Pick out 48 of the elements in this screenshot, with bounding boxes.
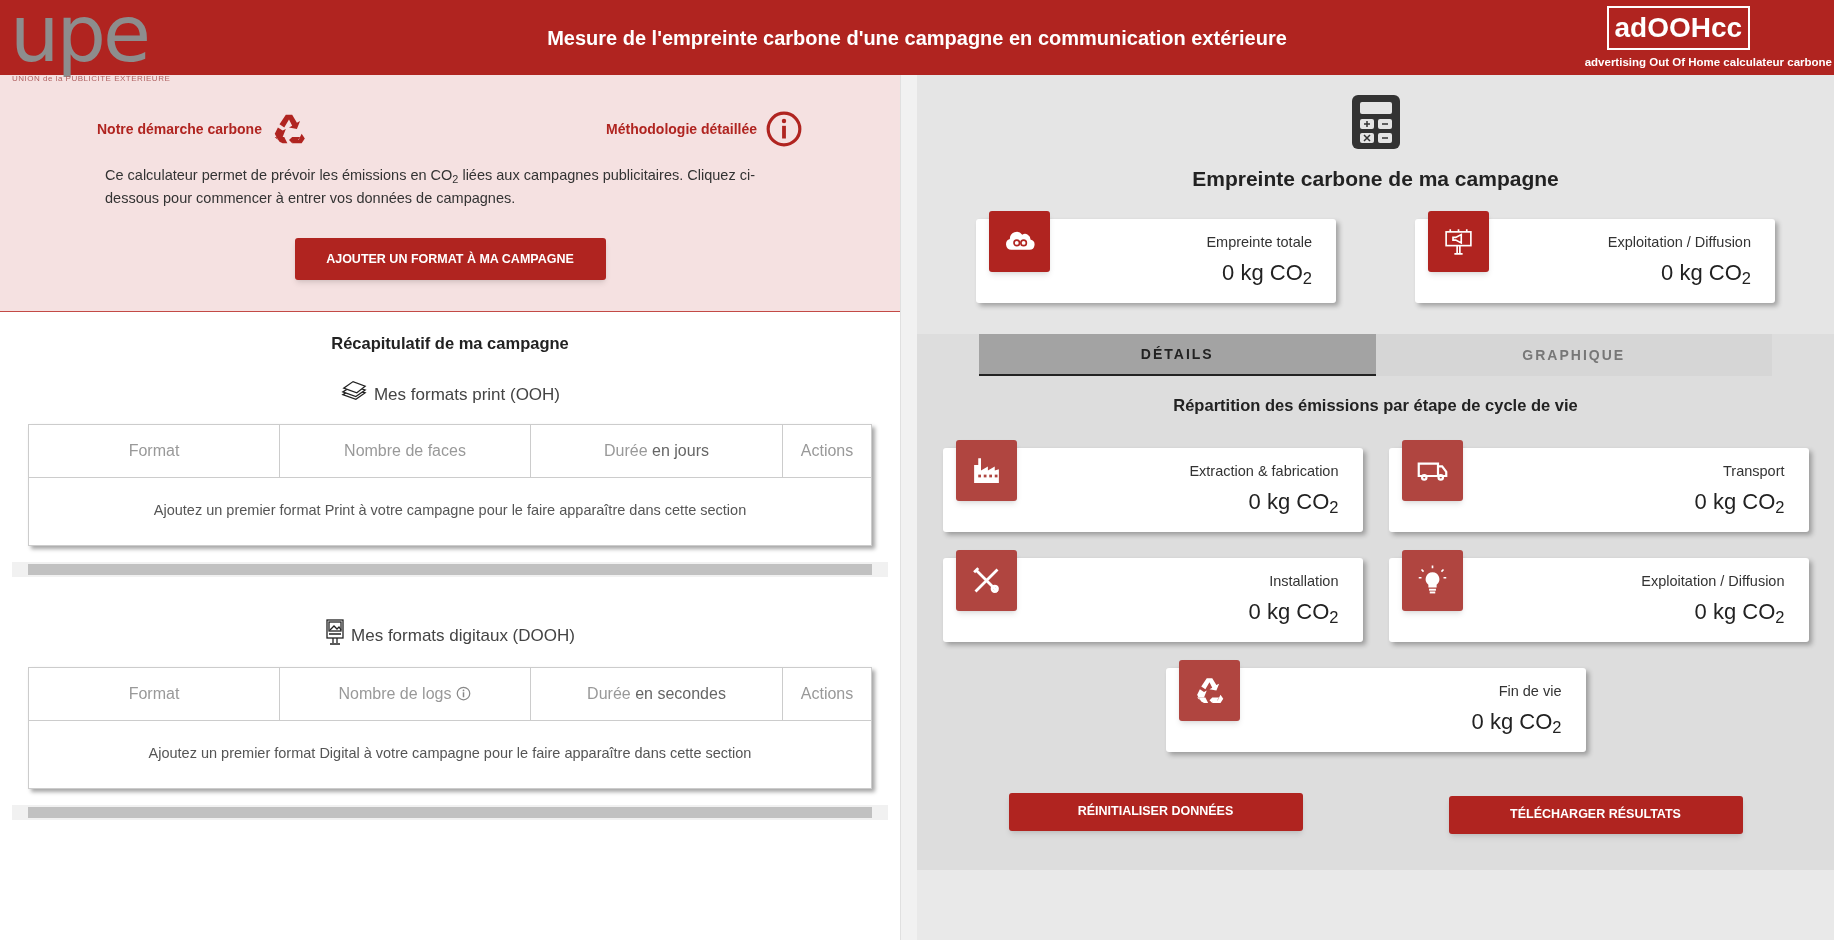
card-label: Exploitation / Diffusion (1607, 233, 1751, 253)
column-header: Format (29, 424, 280, 477)
card-value: 0 kg CO$_{2}$ (1694, 488, 1785, 519)
horizontal-scrollbar[interactable] (12, 804, 888, 820)
card-label: Empreinte totale (1206, 233, 1312, 253)
reset-button[interactable]: RÉINITIALISER DONNÉES (1008, 792, 1303, 831)
section-title: Mes formats digitaux (DOOH) (351, 625, 575, 647)
digital-screen-icon (325, 616, 346, 647)
column-header: Actions (799, 683, 855, 704)
card-value: 0 kg CO$_{2}$ (1248, 598, 1339, 629)
breakdown-title: Répartition des émissions par étape de cycle de vie (1173, 395, 1578, 416)
card-label: Transport (1723, 462, 1785, 482)
results-title: Empreinte carbone de ma campagne (1192, 166, 1559, 192)
add-format-button[interactable]: AJOUTER UN FORMAT À MA CAMPAGNE (294, 238, 606, 280)
scrollbar-thumb[interactable] (28, 563, 872, 575)
scrollbar[interactable] (900, 75, 917, 940)
column-header: Durée en jours (531, 424, 783, 477)
column-header: Format (29, 667, 280, 720)
card-label: Installation (1269, 572, 1339, 592)
page-title: Mesure de l'empreinte carbone d'une campagne en communication extérieure (547, 25, 1287, 51)
empty-message: Ajoutez un premier format Print à votre campagne pour le faire apparaître dans cette section (152, 501, 748, 521)
brand-subtitle: advertising Out Of Home calculateur carbone (1584, 55, 1832, 70)
horizontal-scrollbar[interactable] (12, 561, 888, 577)
calculator-icon (1351, 95, 1400, 149)
card-label: Extraction & fabrication (1189, 462, 1339, 482)
column-header: Actions (799, 440, 855, 461)
card-value: 0 kg CO$_{2}$ (1661, 258, 1751, 289)
card-value: 0 kg CO$_{2}$ (1694, 598, 1785, 629)
intro-link[interactable]: Méthodologie détaillée (606, 110, 803, 148)
card-value: 0 kg CO$_{2}$ (1222, 258, 1312, 289)
section-title: Mes formats print (OOH) (373, 384, 561, 406)
column-header: Nombre de logs (338, 683, 452, 704)
download-button[interactable]: TÉLÉCHARGER RÉSULTATS (1448, 795, 1743, 834)
scrollbar-thumb[interactable] (28, 806, 872, 818)
intro-link[interactable]: Notre démarche carbone (97, 110, 308, 148)
column-header: Durée en secondes (531, 667, 783, 720)
card-value: 0 kg CO$_{2}$ (1471, 708, 1562, 739)
intro-description: Ce calculateur permet de prévoir les émissions en CO$_{2}$ liées aux campagnes publicitaires. Cliquez ci-dessous pour commencer à entrer vos données de campagnes. (105, 166, 756, 208)
column-header: Nombre de faces (280, 424, 531, 477)
card-label: Fin de vie (1498, 682, 1562, 702)
info-icon[interactable] (456, 686, 472, 702)
tab[interactable]: DÉTAILS (979, 334, 1376, 376)
info-icon (765, 110, 803, 148)
summary-title: Récapitulatif de ma campagne (330, 333, 570, 354)
empty-message: Ajoutez un premier format Digital à votre campagne pour le faire apparaître dans cette section (147, 744, 753, 764)
card-label: Exploitation / Diffusion (1641, 572, 1785, 592)
brand-logo: adOOHcc (1606, 6, 1751, 50)
card-value: 0 kg CO$_{2}$ (1248, 488, 1339, 519)
